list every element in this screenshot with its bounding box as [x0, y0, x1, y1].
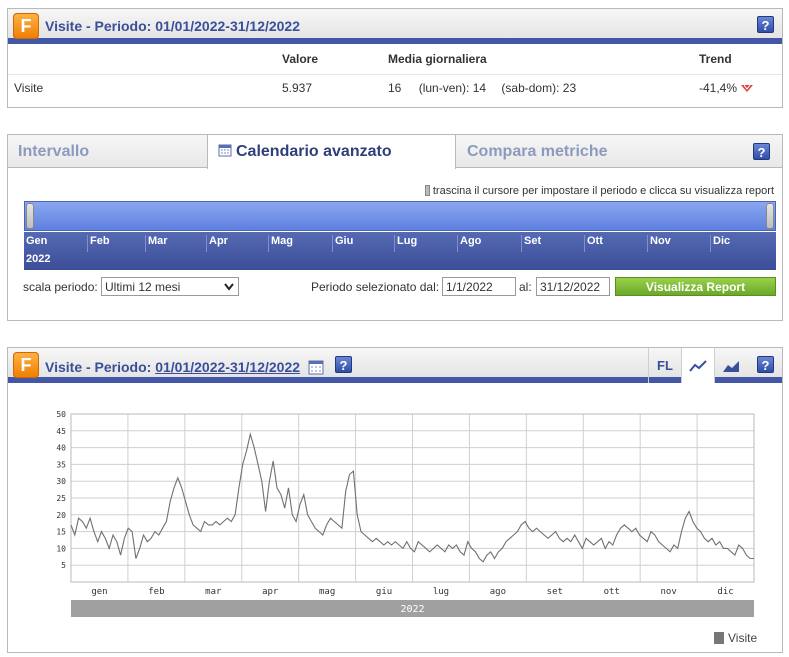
row-media: 16 (lun-ven): 14 (sab-dom): 23 [387, 74, 698, 102]
scale-select-value: Ultimi 12 mesi [105, 280, 181, 294]
slider-month-feb: Feb [87, 235, 110, 252]
x-tick-label: ago [490, 587, 506, 597]
period-label: Periodo selezionato dal: [311, 280, 440, 294]
slider-month-nov: Nov [647, 235, 671, 252]
x-tick-label: set [547, 587, 563, 597]
help-icon[interactable]: ? [757, 356, 774, 373]
slider-month-lug: Lug [394, 235, 417, 252]
y-tick-label: 50 [56, 410, 66, 419]
tab-bar: Intervallo Calendario avanzato Compara m… [8, 135, 782, 169]
chart-title: Visite - Periodo: 01/01/2022-31/12/2022 [45, 359, 300, 375]
chart-header: F Visite - Periodo: 01/01/2022-31/12/202… [8, 348, 782, 383]
year-label: 2022 [400, 604, 424, 615]
row-name: Visite [14, 81, 44, 96]
hint-marker-icon [424, 185, 430, 196]
slider-month-dic: Dic [710, 235, 730, 252]
x-tick-label: feb [148, 587, 164, 597]
table-row: Visite 5.937 16 (lun-ven): 14 (sab-dom):… [8, 74, 782, 102]
summary-panel: F Visite - Periodo: 01/01/2022-31/12/202… [7, 8, 783, 108]
visits-line-chart: 5 10 15 20 25 30 35 40 45 50 gen feb mar apr mag giu lug… [8, 390, 782, 652]
line-chart-icon [689, 360, 707, 372]
stats-table: Valore Media giornaliera Trend Visite 5.… [8, 44, 782, 102]
date-to-input[interactable]: 31/12/2022 [536, 277, 610, 296]
x-tick-label: nov [660, 587, 676, 597]
media-sabdom: (sab-dom): 23 [501, 81, 577, 96]
y-tick-label: 35 [56, 460, 66, 469]
tab-calendario-avanzato[interactable]: Calendario avanzato [207, 135, 456, 169]
chart-title-period[interactable]: 01/01/2022-31/12/2022 [155, 359, 300, 375]
y-tick-label: 25 [56, 494, 66, 503]
x-tick-label: mag [319, 587, 335, 597]
calendar-icon [218, 144, 232, 157]
help-icon[interactable]: ? [335, 356, 352, 373]
x-tick-label: dic [717, 587, 733, 597]
col-trend: Trend [698, 44, 782, 75]
hint-text: trascina il cursore per impostare il per… [432, 185, 774, 197]
area-chart-button[interactable] [714, 348, 747, 383]
f-logo-icon: F [13, 352, 39, 378]
help-icon[interactable]: ? [757, 16, 774, 33]
row-valore: 5.937 [282, 81, 313, 96]
chart-title-prefix: Visite - Periodo: [45, 359, 156, 375]
x-tick-label: gen [91, 587, 107, 597]
tab-calendario-label: Calendario avanzato [236, 143, 392, 160]
legend-swatch [714, 632, 724, 644]
slider-handle-start[interactable] [26, 203, 34, 229]
slider-month-gen: Gen [26, 235, 48, 247]
chevron-down-icon [224, 283, 234, 291]
slider-month-ott: Ott [584, 235, 603, 252]
x-tick-label: ott [604, 587, 620, 597]
y-tick-label: 20 [56, 511, 66, 520]
scale-label: scala periodo: [23, 280, 98, 294]
slider-month-ago: Ago [457, 235, 481, 252]
y-tick-label: 15 [56, 528, 66, 537]
visualizza-report-button[interactable]: Visualizza Report [615, 277, 776, 296]
to-label: al: [519, 280, 532, 294]
f-logo-icon: F [13, 13, 39, 39]
y-tick-label: 40 [56, 444, 66, 453]
trend-down-icon [741, 84, 754, 93]
tab-intervallo[interactable]: Intervallo [8, 135, 207, 168]
x-tick-label: giu [376, 587, 392, 597]
summary-title: Visite - Periodo: 01/01/2022-31/12/2022 [45, 18, 301, 34]
media-lunven: (lun-ven): 14 [418, 81, 487, 96]
months-bar: 2022 Gen Feb Mar Apr Mag Giu Lug Ago Set Ott Nov Di… [24, 232, 776, 270]
row-trend: -41,4% [698, 74, 782, 102]
scale-select[interactable]: Ultimi 12 mesi [101, 277, 239, 296]
slider-handle-end[interactable] [766, 203, 774, 229]
slider-month-apr: Apr [206, 235, 228, 252]
col-media: Media giornaliera [387, 44, 698, 75]
y-tick-label: 10 [56, 544, 66, 553]
fl-label: FL [657, 358, 673, 373]
x-tick-label: lug [433, 587, 449, 597]
trend-value: -41,4% [699, 81, 738, 96]
period-slider[interactable] [24, 201, 776, 231]
help-icon[interactable]: ? [753, 143, 770, 160]
calendar-icon[interactable] [308, 359, 324, 375]
chart-panel: F Visite - Periodo: 01/01/2022-31/12/202… [7, 347, 783, 653]
slider-month-mar: Mar [145, 235, 168, 252]
col-valore: Valore [281, 44, 387, 75]
summary-header: F Visite - Periodo: 01/01/2022-31/12/202… [8, 9, 782, 44]
y-tick-label: 5 [61, 561, 66, 570]
area-chart-icon [723, 360, 739, 372]
x-tick-label: apr [262, 587, 279, 597]
slider-month-set: Set [521, 235, 541, 252]
legend-label: Visite [728, 631, 757, 645]
calendar-panel: Intervallo Calendario avanzato Compara m… [7, 134, 783, 321]
tab-compara-metriche[interactable]: Compara metriche [457, 135, 707, 168]
date-from-input[interactable]: 1/1/2022 [442, 277, 516, 296]
slider-month-giu: Giu [332, 235, 353, 252]
slider-month-mag: Mag [268, 235, 293, 252]
line-chart-button[interactable] [681, 348, 714, 383]
slider-hint: trascina il cursore per impostare il per… [424, 185, 774, 197]
y-tick-label: 30 [56, 477, 66, 486]
media-value: 16 [388, 81, 402, 96]
fl-button[interactable]: FL [648, 348, 681, 383]
slider-year: 2022 [26, 253, 51, 265]
y-tick-label: 45 [56, 427, 66, 436]
x-tick-label: mar [205, 587, 222, 597]
